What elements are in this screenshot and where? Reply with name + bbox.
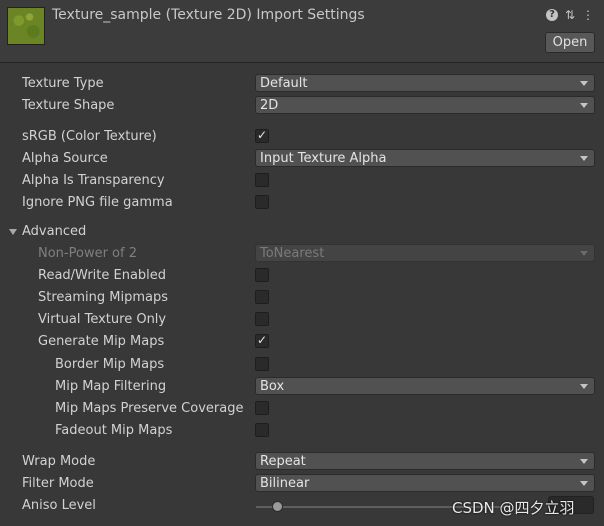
checkmark-icon: ✓ bbox=[257, 333, 268, 347]
texture-type-label: Texture Type bbox=[22, 76, 104, 91]
mip-map-filtering-label: Mip Map Filtering bbox=[55, 379, 167, 394]
alpha-source-label: Alpha Source bbox=[22, 151, 108, 166]
texture-type-row: Texture Type Default bbox=[0, 74, 604, 94]
streaming-mipmaps-row: Streaming Mipmaps bbox=[0, 288, 604, 308]
watermark: CSDN @四夕立羽 bbox=[452, 499, 575, 517]
fadeout-mip-maps-label: Fadeout Mip Maps bbox=[55, 423, 173, 438]
dropdown-arrow-icon bbox=[580, 481, 588, 486]
srgb-label: sRGB (Color Texture) bbox=[22, 129, 157, 144]
texture-shape-label: Texture Shape bbox=[22, 98, 115, 113]
ignore-png-gamma-row: Ignore PNG file gamma bbox=[0, 193, 604, 213]
texture-type-value: Default bbox=[260, 76, 308, 91]
wrap-mode-label: Wrap Mode bbox=[22, 454, 96, 469]
virtual-texture-only-checkbox[interactable] bbox=[255, 312, 269, 326]
mip-maps-preserve-coverage-checkbox[interactable] bbox=[255, 401, 269, 415]
advanced-foldout[interactable]: Advanced bbox=[0, 222, 604, 242]
dropdown-arrow-icon bbox=[580, 459, 588, 464]
non-power-of-2-row: Non-Power of 2 ToNearest bbox=[0, 244, 604, 264]
non-power-of-2-label: Non-Power of 2 bbox=[38, 246, 137, 261]
dropdown-arrow-icon bbox=[580, 103, 588, 108]
alpha-source-row: Alpha Source Input Texture Alpha bbox=[0, 149, 604, 169]
more-options-icon[interactable]: ⋮ bbox=[582, 8, 594, 22]
texture-shape-row: Texture Shape 2D bbox=[0, 96, 604, 116]
srgb-row: sRGB (Color Texture) ✓ bbox=[0, 127, 604, 147]
mip-map-filtering-value: Box bbox=[260, 379, 285, 394]
mip-map-filtering-dropdown[interactable]: Box bbox=[255, 377, 595, 395]
alpha-is-transparency-label: Alpha Is Transparency bbox=[22, 173, 165, 188]
presets-icon[interactable]: ⇅ bbox=[564, 8, 576, 22]
checkmark-icon: ✓ bbox=[257, 128, 268, 142]
texture-shape-value: 2D bbox=[260, 98, 279, 113]
mip-map-filtering-row: Mip Map Filtering Box bbox=[0, 377, 604, 397]
help-icon[interactable]: ? bbox=[546, 9, 558, 21]
dropdown-arrow-icon bbox=[580, 81, 588, 86]
texture-type-dropdown[interactable]: Default bbox=[255, 74, 595, 92]
texture-shape-dropdown[interactable]: 2D bbox=[255, 96, 595, 114]
inspector-header: Texture_sample (Texture 2D) Import Setti… bbox=[0, 0, 604, 63]
filter-mode-label: Filter Mode bbox=[22, 476, 94, 491]
border-mip-maps-label: Border Mip Maps bbox=[55, 357, 165, 372]
fadeout-mip-maps-checkbox[interactable] bbox=[255, 423, 269, 437]
read-write-label: Read/Write Enabled bbox=[38, 268, 167, 283]
aniso-level-label: Aniso Level bbox=[22, 498, 96, 513]
non-power-of-2-value: ToNearest bbox=[260, 246, 325, 261]
border-mip-maps-checkbox[interactable] bbox=[255, 357, 269, 371]
filter-mode-dropdown[interactable]: Bilinear bbox=[255, 474, 595, 492]
wrap-mode-value: Repeat bbox=[260, 454, 306, 469]
alpha-is-transparency-checkbox[interactable] bbox=[255, 173, 269, 187]
ignore-png-gamma-checkbox[interactable] bbox=[255, 195, 269, 209]
open-button[interactable]: Open bbox=[545, 32, 595, 53]
alpha-is-transparency-row: Alpha Is Transparency bbox=[0, 171, 604, 191]
streaming-mipmaps-checkbox[interactable] bbox=[255, 290, 269, 304]
texture-thumbnail bbox=[7, 7, 45, 45]
alpha-source-value: Input Texture Alpha bbox=[260, 151, 387, 166]
streaming-mipmaps-label: Streaming Mipmaps bbox=[38, 290, 169, 305]
dropdown-arrow-icon bbox=[580, 251, 588, 256]
foldout-expanded-icon[interactable] bbox=[9, 229, 17, 235]
header-icons: ? ⇅ ⋮ bbox=[546, 8, 594, 22]
virtual-texture-only-row: Virtual Texture Only bbox=[0, 310, 604, 330]
dropdown-arrow-icon bbox=[580, 156, 588, 161]
border-mip-maps-row: Border Mip Maps bbox=[0, 355, 604, 375]
filter-mode-row: Filter Mode Bilinear bbox=[0, 474, 604, 494]
mip-maps-preserve-coverage-label: Mip Maps Preserve Coverage bbox=[55, 401, 244, 416]
filter-mode-value: Bilinear bbox=[260, 476, 310, 491]
non-power-of-2-dropdown: ToNearest bbox=[255, 244, 595, 262]
wrap-mode-row: Wrap Mode Repeat bbox=[0, 452, 604, 472]
generate-mip-maps-row: Generate Mip Maps ✓ bbox=[0, 332, 604, 352]
ignore-png-gamma-label: Ignore PNG file gamma bbox=[22, 195, 173, 210]
alpha-source-dropdown[interactable]: Input Texture Alpha bbox=[255, 149, 595, 167]
read-write-row: Read/Write Enabled bbox=[0, 266, 604, 286]
dropdown-arrow-icon bbox=[580, 384, 588, 389]
wrap-mode-dropdown[interactable]: Repeat bbox=[255, 452, 595, 470]
read-write-checkbox[interactable] bbox=[255, 268, 269, 282]
advanced-label: Advanced bbox=[22, 224, 87, 239]
srgb-checkbox[interactable]: ✓ bbox=[255, 128, 269, 143]
virtual-texture-only-label: Virtual Texture Only bbox=[38, 312, 167, 327]
aniso-level-slider-thumb[interactable] bbox=[272, 501, 283, 512]
fadeout-mip-maps-row: Fadeout Mip Maps bbox=[0, 421, 604, 441]
inspector-title: Texture_sample (Texture 2D) Import Setti… bbox=[52, 7, 365, 23]
generate-mip-maps-label: Generate Mip Maps bbox=[38, 334, 165, 349]
mip-maps-preserve-coverage-row: Mip Maps Preserve Coverage bbox=[0, 399, 604, 419]
generate-mip-maps-checkbox[interactable]: ✓ bbox=[255, 333, 269, 348]
